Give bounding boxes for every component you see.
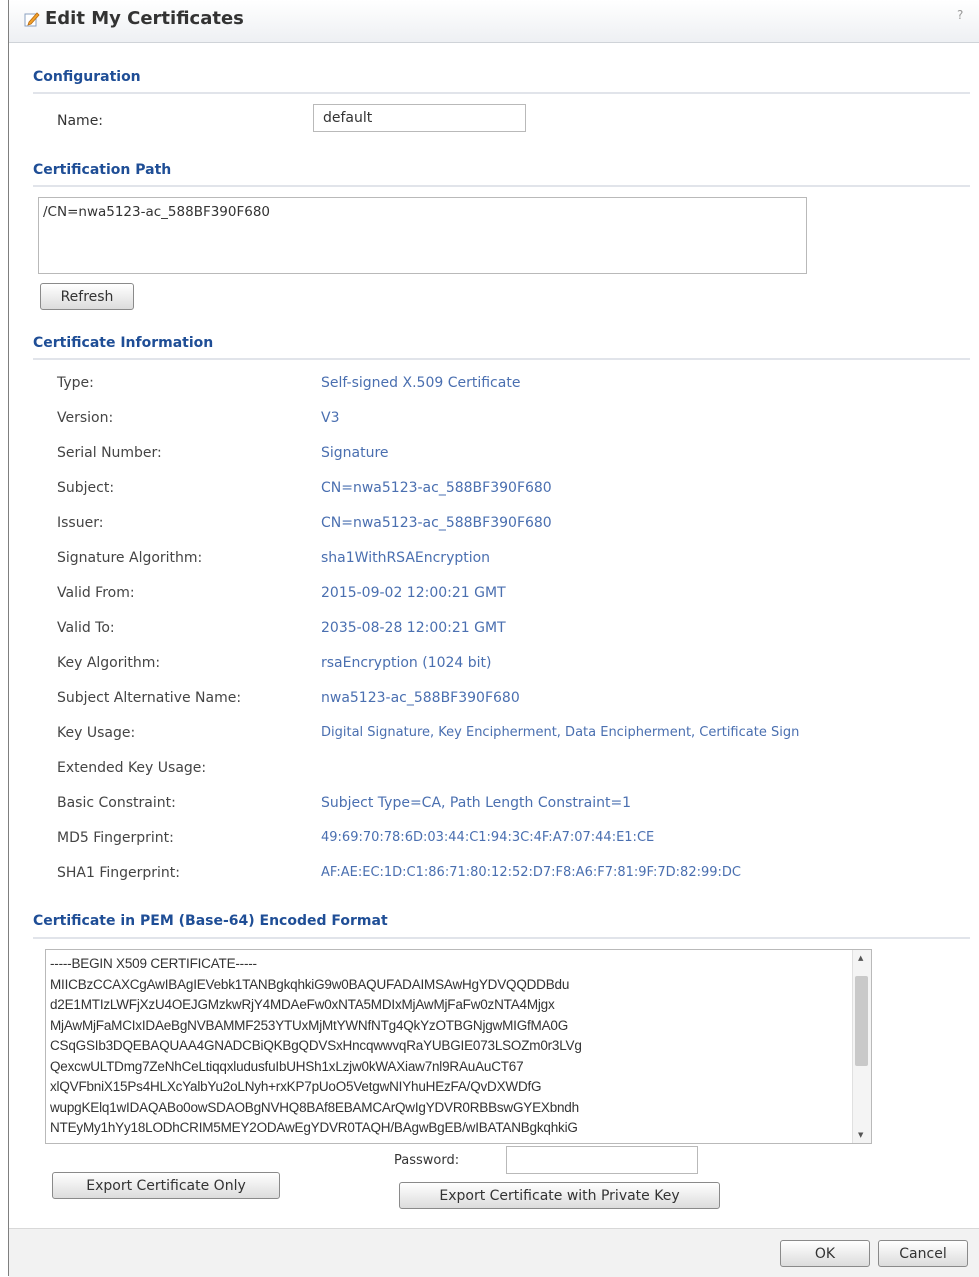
subject-alternative-name-label: Subject Alternative Name:	[57, 690, 242, 706]
title-bar: Edit My Certificates ?	[9, 0, 979, 43]
export-certificate-with-private-key-button[interactable]: Export Certificate with Private Key	[399, 1182, 720, 1209]
edit-icon	[24, 12, 40, 27]
ok-button[interactable]: OK	[780, 1240, 870, 1267]
signature-algorithm-label: Signature Algorithm:	[57, 550, 203, 566]
valid-to-value: 2035-08-28 12:00:21 GMT	[321, 620, 506, 636]
refresh-button[interactable]: Refresh	[40, 283, 134, 310]
scroll-up-icon[interactable]: ▲	[858, 954, 863, 962]
certificate-information-heading: Certificate Information	[33, 335, 214, 351]
basic-constraint-label: Basic Constraint:	[57, 795, 176, 811]
basic-constraint-value: Subject Type=CA, Path Length Constraint=…	[321, 795, 632, 811]
pem-textarea[interactable]: -----BEGIN X509 CERTIFICATE----- MIICBzC…	[45, 949, 872, 1144]
signature-algorithm-value: sha1WithRSAEncryption	[321, 550, 491, 566]
md5-fingerprint-value: 49:69:70:78:6D:03:44:C1:94:3C:4F:A7:07:4…	[321, 830, 655, 845]
type-label: Type:	[57, 375, 94, 391]
md5-fingerprint-label: MD5 Fingerprint:	[57, 830, 174, 846]
cancel-button[interactable]: Cancel	[878, 1240, 968, 1267]
dialog-title: Edit My Certificates	[45, 8, 244, 29]
password-field[interactable]	[506, 1146, 698, 1174]
key-usage-value: Digital Signature, Key Encipherment, Dat…	[321, 725, 800, 740]
subject-label: Subject:	[57, 480, 115, 496]
issuer-label: Issuer:	[57, 515, 104, 531]
key-usage-label: Key Usage:	[57, 725, 136, 741]
pem-content: -----BEGIN X509 CERTIFICATE----- MIICBzC…	[50, 956, 582, 1135]
subject-alternative-name-value: nwa5123-ac_588BF390F680	[321, 690, 520, 706]
dialog-footer: OK Cancel	[9, 1228, 979, 1277]
configuration-heading: Configuration	[33, 69, 141, 85]
password-label: Password:	[394, 1153, 460, 1168]
serial-number-value: Signature	[321, 445, 389, 461]
issuer-value: CN=nwa5123-ac_588BF390F680	[321, 515, 552, 531]
name-field[interactable]: default	[313, 104, 526, 132]
help-icon[interactable]: ?	[957, 8, 963, 22]
key-algorithm-value: rsaEncryption (1024 bit)	[321, 655, 492, 671]
export-certificate-only-button[interactable]: Export Certificate Only	[52, 1172, 280, 1199]
divider	[33, 185, 970, 187]
sha1-fingerprint-label: SHA1 Fingerprint:	[57, 865, 181, 881]
scroll-thumb[interactable]	[855, 976, 868, 1066]
valid-to-label: Valid To:	[57, 620, 115, 636]
pem-heading: Certificate in PEM (Base-64) Encoded For…	[33, 913, 388, 929]
key-algorithm-label: Key Algorithm:	[57, 655, 161, 671]
type-value: Self-signed X.509 Certificate	[321, 375, 521, 391]
divider	[33, 937, 970, 939]
edit-certificates-dialog: Edit My Certificates ? Configuration Nam…	[8, 0, 979, 1277]
sha1-fingerprint-value: AF:AE:EC:1D:C1:86:71:80:12:52:D7:F8:A6:F…	[321, 865, 741, 880]
version-label: Version:	[57, 410, 114, 426]
version-value: V3	[321, 410, 340, 426]
extended-key-usage-label: Extended Key Usage:	[57, 760, 207, 776]
name-label: Name:	[57, 113, 104, 129]
valid-from-value: 2015-09-02 12:00:21 GMT	[321, 585, 506, 601]
pem-scrollbar[interactable]: ▲ ▼	[852, 950, 871, 1143]
divider	[33, 92, 970, 94]
subject-value: CN=nwa5123-ac_588BF390F680	[321, 480, 552, 496]
serial-number-label: Serial Number:	[57, 445, 162, 461]
divider	[33, 358, 970, 360]
scroll-down-icon[interactable]: ▼	[858, 1131, 863, 1139]
certification-path-heading: Certification Path	[33, 162, 172, 178]
valid-from-label: Valid From:	[57, 585, 135, 601]
certification-path-box[interactable]: /CN=nwa5123-ac_588BF390F680	[38, 197, 807, 274]
